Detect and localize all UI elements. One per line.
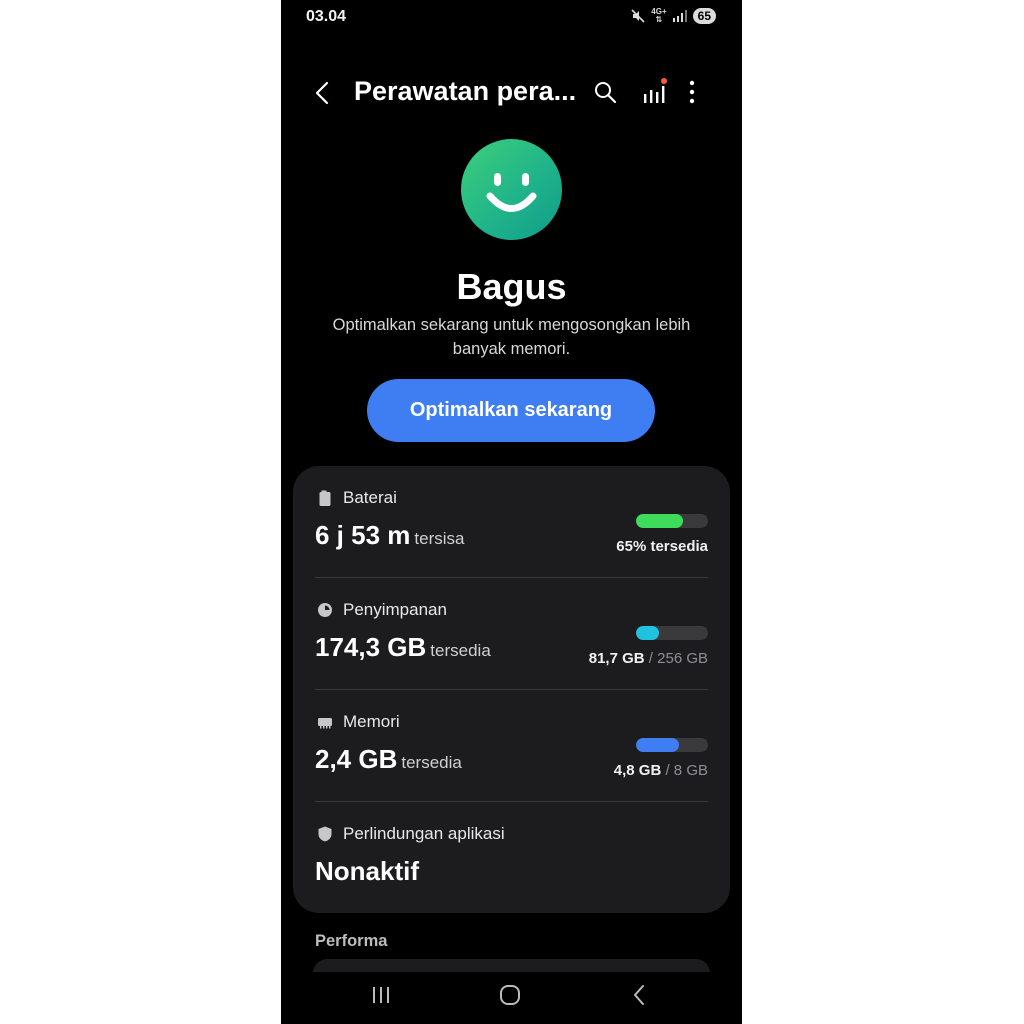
battery-icon [319, 490, 331, 506]
storage-caption: 81,7 GB / 256 GB [588, 650, 708, 667]
chip-icon [318, 718, 332, 729]
recent-apps-button[interactable] [371, 984, 391, 1011]
performance-card [313, 959, 710, 973]
smiley-status-icon [461, 139, 562, 240]
phone-screen: 03.04 4G+ ⇅ 65 Perawatan pera... Bagus O… [281, 0, 742, 1024]
back-nav-button[interactable] [631, 984, 647, 1011]
status-description: Optimalkan sekarang untuk mengosongkan l… [332, 316, 691, 358]
row-label: Memori [343, 712, 400, 731]
battery-remaining: 6 j 53 m tersisa [315, 520, 465, 550]
memory-progress-bar [636, 738, 708, 752]
mute-icon [631, 9, 645, 23]
optimize-now-button[interactable]: Optimalkan sekarang [367, 379, 655, 442]
signal-icon [672, 10, 687, 22]
storage-progress-fill [636, 626, 660, 640]
page-title: Perawatan pera... [354, 76, 577, 106]
memory-row[interactable]: Memori 2,4 GB tersedia 4,8 GB / 8 GB [293, 690, 730, 802]
battery-indicator: 65 [692, 8, 716, 24]
care-summary-card: Baterai 6 j 53 m tersisa 65% tersedia Pen… [293, 466, 730, 913]
device-status: Bagus [456, 266, 567, 307]
more-vert-icon [689, 80, 695, 104]
network-type: 4G+ ⇅ [651, 7, 667, 24]
memory-caption: 4,8 GB / 8 GB [613, 762, 708, 779]
search-icon [595, 82, 617, 104]
battery-row[interactable]: Baterai 6 j 53 m tersisa 65% tersedia [293, 466, 730, 578]
section-title: Performa [315, 932, 388, 950]
home-button[interactable] [499, 984, 521, 1011]
data-arrows-icon: ⇅ [655, 15, 663, 24]
memory-progress-fill [636, 738, 680, 752]
recent-apps-icon [373, 987, 389, 1003]
row-label: Perlindungan aplikasi [343, 824, 505, 843]
navigation-bar [281, 972, 742, 1024]
battery-progress-fill [636, 514, 683, 528]
home-icon [500, 985, 520, 1005]
shield-icon [318, 826, 332, 842]
report-button[interactable] [643, 78, 667, 109]
status-icons: 4G+ ⇅ 65 [631, 8, 716, 24]
back-button[interactable] [311, 78, 335, 108]
pie-chart-icon [318, 603, 332, 617]
more-options-button[interactable] [687, 80, 697, 109]
protection-status: Nonaktif [315, 856, 419, 886]
notification-dot [661, 78, 667, 84]
app-protection-row[interactable]: Perlindungan aplikasi Nonaktif [293, 802, 730, 913]
back-nav-icon [634, 985, 644, 1005]
storage-row[interactable]: Penyimpanan 174,3 GB tersedia 81,7 GB / 2… [293, 578, 730, 690]
back-icon [315, 81, 329, 105]
search-button[interactable] [593, 80, 617, 109]
memory-available: 2,4 GB tersedia [315, 744, 462, 774]
storage-progress-bar [636, 626, 708, 640]
row-label: Penyimpanan [343, 600, 447, 619]
storage-available: 174,3 GB tersedia [315, 632, 491, 662]
status-time: 03.04 [306, 8, 347, 25]
app-header: Perawatan pera... [281, 70, 742, 116]
battery-caption: 65% tersedia [616, 538, 708, 555]
battery-progress-bar [636, 514, 708, 528]
row-label: Baterai [343, 488, 397, 507]
